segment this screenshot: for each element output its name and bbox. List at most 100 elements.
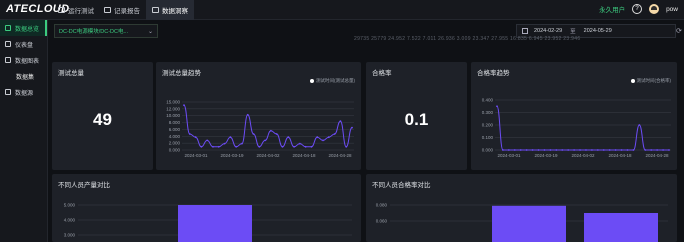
chart-icon: [5, 57, 11, 63]
document-icon: [104, 7, 111, 13]
tab-label: 记录报告: [114, 8, 140, 15]
card-pass-rate-trend: 合格率趋势 测试时间(合格率) 0.000 0.100 0.200 0.300 0.40…: [471, 62, 677, 170]
project-select-value: DC-DC电源模块/DC-DC电...: [59, 29, 129, 35]
sidebar-item-overview[interactable]: 数据总览: [0, 20, 47, 36]
project-select[interactable]: DC-DC电源模块/DC-DC电... ⌄: [54, 24, 158, 38]
data-point: [596, 149, 599, 151]
x-tick-label: 2024-03-19: [220, 153, 244, 158]
card-person-volume: 不同人员产量对比 3.000 4.000 5.000: [52, 174, 361, 242]
data-point: [543, 149, 546, 151]
bar: [178, 205, 252, 242]
user-area: 永久用户 ? pow: [599, 4, 678, 14]
y-tick-label: 0.000: [169, 148, 181, 153]
y-tick-label: 3.000: [64, 233, 76, 238]
y-tick-label: 0.000: [482, 148, 494, 153]
data-point: [322, 139, 324, 142]
help-icon[interactable]: ?: [632, 4, 643, 14]
x-tick-label: 2024-03-01: [497, 153, 521, 158]
data-point: [656, 149, 659, 151]
data-point: [235, 145, 238, 148]
x-tick-label: 2024-04-02: [571, 153, 595, 158]
y-tick-label: 0.200: [482, 123, 494, 128]
y-tick-label: 5.000: [64, 203, 76, 208]
username[interactable]: pow: [666, 6, 678, 13]
y-tick-label: 0.100: [482, 135, 494, 140]
data-point: [644, 149, 647, 151]
sidebar-item-charts[interactable]: 数据图表: [0, 52, 47, 68]
data-point: [275, 133, 278, 135]
bar: [584, 213, 658, 242]
chevron-down-icon: ⌄: [147, 29, 153, 35]
x-tick-label: 2024-03-01: [184, 153, 208, 158]
data-point: [513, 149, 516, 151]
x-tick-label: 2024-04-28: [328, 153, 352, 158]
data-point: [258, 145, 261, 148]
tab-data-insight[interactable]: 数据洞察: [146, 0, 194, 20]
data-point: [650, 149, 653, 151]
y-tick-label: 6.000: [169, 127, 181, 132]
data-point: [229, 136, 232, 139]
pass-rate-value: 0.1: [404, 110, 429, 129]
pass-trend-chart: 0.000 0.100 0.200 0.300 0.400 2024-03-01 2024-…: [482, 98, 671, 158]
chart-icon: [152, 7, 159, 13]
scrolled-table-row: 29735 25779 24.952 7.522 7.011 26.936 3.…: [354, 36, 581, 42]
tab-reports[interactable]: 记录报告: [98, 0, 146, 20]
data-point: [590, 149, 593, 151]
tab-run-test[interactable]: 运行测试: [52, 0, 100, 20]
data-point: [194, 136, 197, 139]
data-point: [525, 149, 528, 151]
refresh-icon[interactable]: ⟳: [676, 24, 684, 38]
data-point: [567, 149, 570, 151]
sidebar-item-dashboard[interactable]: 仪表盘: [0, 36, 47, 52]
data-point: [555, 149, 558, 151]
data-point: [531, 149, 534, 151]
y-tick-label: 10.000: [166, 113, 180, 118]
total-trend-chart: 0.000 2.000 4.000 6.000 8.000 10.000 12.00015.…: [166, 100, 354, 158]
data-point: [561, 149, 564, 151]
sidebar-item-label: 数据总览: [15, 26, 40, 33]
x-tick-label: 2024-04-18: [292, 153, 316, 158]
y-tick-label: 0.080: [376, 203, 388, 208]
y-tick-label: 0.400: [482, 98, 494, 103]
data-point: [298, 142, 301, 145]
card-test-total-trend: 测试总量趋势 测试时间(测试总量) 0.000 2.000 4.000 6.000 8.…: [156, 62, 361, 170]
card-title: 测试总量: [58, 70, 84, 77]
y-tick-label: 4.000: [169, 134, 181, 139]
card-pass-rate: 合格率 0.1: [366, 62, 467, 170]
data-point: [200, 145, 203, 148]
tab-label: 数据洞察: [162, 8, 188, 15]
date-end[interactable]: 2024-05-29: [584, 28, 612, 34]
data-point: [188, 133, 191, 135]
card-title: 合格率: [372, 70, 392, 77]
series-line: [183, 104, 353, 148]
y-tick-label: 15.000: [166, 100, 180, 105]
database-icon: [5, 89, 11, 95]
x-tick-label: 2024-04-28: [645, 153, 669, 158]
data-point: [183, 104, 185, 107]
data-point: [246, 113, 249, 116]
data-point: [217, 145, 220, 148]
data-point: [662, 149, 664, 151]
test-total-value: 49: [93, 110, 112, 129]
data-point: [537, 149, 540, 151]
data-point: [264, 139, 267, 142]
calendar-icon: [522, 28, 528, 34]
data-point: [333, 133, 336, 135]
card-person-pass-rate: 不同人员合格率对比 0.060 0.080: [366, 174, 677, 242]
date-start[interactable]: 2024-02-29: [534, 28, 562, 34]
data-point: [668, 149, 670, 151]
data-point: [212, 145, 214, 148]
sidebar-item-datasets[interactable]: 数据集: [0, 68, 47, 84]
sidebar-item-datasource[interactable]: 数据源: [0, 84, 47, 100]
y-tick-label: 2.000: [169, 141, 181, 146]
data-point: [626, 149, 629, 151]
y-tick-label: 4.000: [64, 218, 76, 223]
avatar[interactable]: [649, 4, 660, 14]
data-point: [281, 145, 284, 148]
tab-label: 运行测试: [68, 8, 94, 15]
data-point: [519, 149, 522, 151]
date-separator: 至: [570, 29, 576, 35]
data-point: [345, 145, 348, 148]
sidebar-item-label: 数据源: [15, 90, 34, 97]
sidebar-item-label: 仪表盘: [15, 42, 34, 49]
